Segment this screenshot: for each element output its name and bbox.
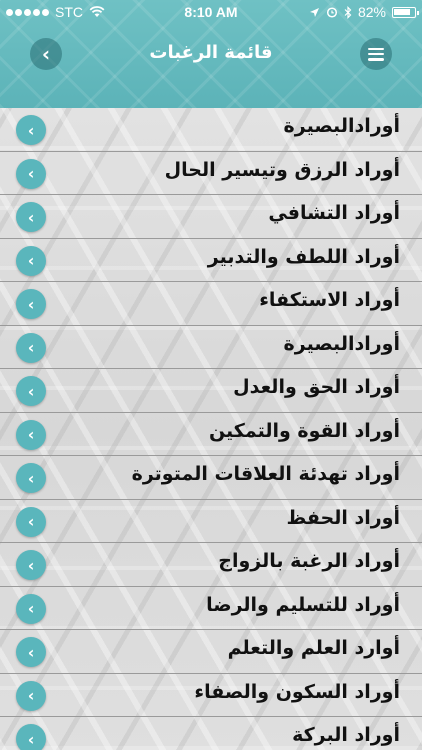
list-item-label: أوراد الرزق وتيسير الحال xyxy=(164,158,400,181)
list-item-label: أوراد الحق والعدل xyxy=(233,376,400,398)
list-item[interactable]: ‹ أوراد السكون والصفاء xyxy=(0,673,422,717)
list-item[interactable]: ‹ أوراد القوة والتمكين xyxy=(0,412,422,456)
list-item[interactable]: ‹ أورادالبصيرة xyxy=(0,325,422,369)
alarm-icon xyxy=(326,7,338,18)
list-item[interactable]: ‹ أوراد الرغبة بالزواج xyxy=(0,543,422,587)
chevron-left-icon[interactable]: ‹ xyxy=(16,289,46,319)
chevron-left-icon[interactable]: ‹ xyxy=(16,550,46,580)
list-item[interactable]: ‹ أوراد الحق والعدل xyxy=(0,369,422,413)
list-item[interactable]: ‹ أوراد البركة xyxy=(0,717,422,750)
list-item[interactable]: ‹ أوارد العلم والتعلم xyxy=(0,630,422,674)
nav-bar: ‹ قائمة الرغبات xyxy=(0,34,422,74)
header: STC 8:10 AM 82% ‹ قائمة الرغبات xyxy=(0,0,422,108)
list-item[interactable]: ‹ أوراد التشافي xyxy=(0,195,422,239)
battery-level xyxy=(394,8,410,15)
list-item-label: أورادالبصيرة xyxy=(283,332,400,355)
hamburger-icon xyxy=(368,47,384,61)
chevron-left-icon[interactable]: ‹ xyxy=(16,332,46,363)
list-item-label: أوراد التشافي xyxy=(268,202,400,224)
chevron-left-icon[interactable]: ‹ xyxy=(16,202,46,232)
list-item[interactable]: ‹ أوراد الرزق وتيسير الحال xyxy=(0,151,422,195)
page-title: قائمة الرغبات xyxy=(149,42,273,63)
chevron-left-icon[interactable]: ‹ xyxy=(16,376,46,406)
chevron-left-icon[interactable]: ‹ xyxy=(16,680,46,711)
list-item-label: أوارد العلم والتعلم xyxy=(227,637,400,659)
chevron-left-icon[interactable]: ‹ xyxy=(16,463,46,493)
list-item[interactable]: ‹ أوراد الاستكفاء xyxy=(0,282,422,326)
battery-percent: 82% xyxy=(357,4,386,20)
location-icon xyxy=(309,7,319,17)
list-item-label: أوراد القوة والتمكين xyxy=(208,419,400,442)
list-item[interactable]: ‹ أوراد تهدئة العلاقات المتوترة xyxy=(0,456,422,500)
wish-list: ‹ أورادالبصيرة ‹ أوراد الرزق وتيسير الحال ‹ أ… xyxy=(0,108,422,750)
list-item-label: أوراد الحفظ xyxy=(286,506,401,529)
list-item-label: أوراد الرغبة بالزواج xyxy=(218,550,400,572)
list-item[interactable]: ‹ أوراد اللطف والتدبير xyxy=(0,238,422,282)
bluetooth-icon xyxy=(344,5,352,19)
status-right: 82% xyxy=(309,4,419,20)
battery-icon xyxy=(392,6,419,18)
menu-button[interactable] xyxy=(360,38,392,70)
list-item[interactable]: ‹ أوراد الحفظ xyxy=(0,499,422,543)
list-item-label: أوراد البركة xyxy=(292,724,400,746)
list-item[interactable]: ‹ أوراد للتسليم والرضا xyxy=(0,586,422,630)
chevron-left-icon[interactable]: ‹ xyxy=(16,158,46,189)
chevron-left-icon[interactable]: ‹ xyxy=(16,115,46,145)
chevron-left-icon[interactable]: ‹ xyxy=(16,245,46,276)
list-item[interactable]: ‹ أورادالبصيرة xyxy=(0,108,422,152)
status-bar: STC 8:10 AM 82% xyxy=(0,0,422,24)
chevron-left-icon[interactable]: ‹ xyxy=(16,506,46,537)
list-item-label: أورادالبصيرة xyxy=(283,115,400,137)
list-item-label: أوراد السكون والصفاء xyxy=(194,680,400,703)
chevron-left-icon[interactable]: ‹ xyxy=(16,637,46,667)
list-item-label: أوراد تهدئة العلاقات المتوترة xyxy=(131,463,400,485)
chevron-left-icon[interactable]: ‹ xyxy=(16,593,46,624)
list-item-label: أوراد للتسليم والرضا xyxy=(206,593,400,616)
list-item-label: أوراد اللطف والتدبير xyxy=(207,245,400,268)
chevron-left-icon[interactable]: ‹ xyxy=(16,419,46,450)
list-item-label: أوراد الاستكفاء xyxy=(259,289,400,311)
chevron-left-icon[interactable]: ‹ xyxy=(16,724,46,750)
